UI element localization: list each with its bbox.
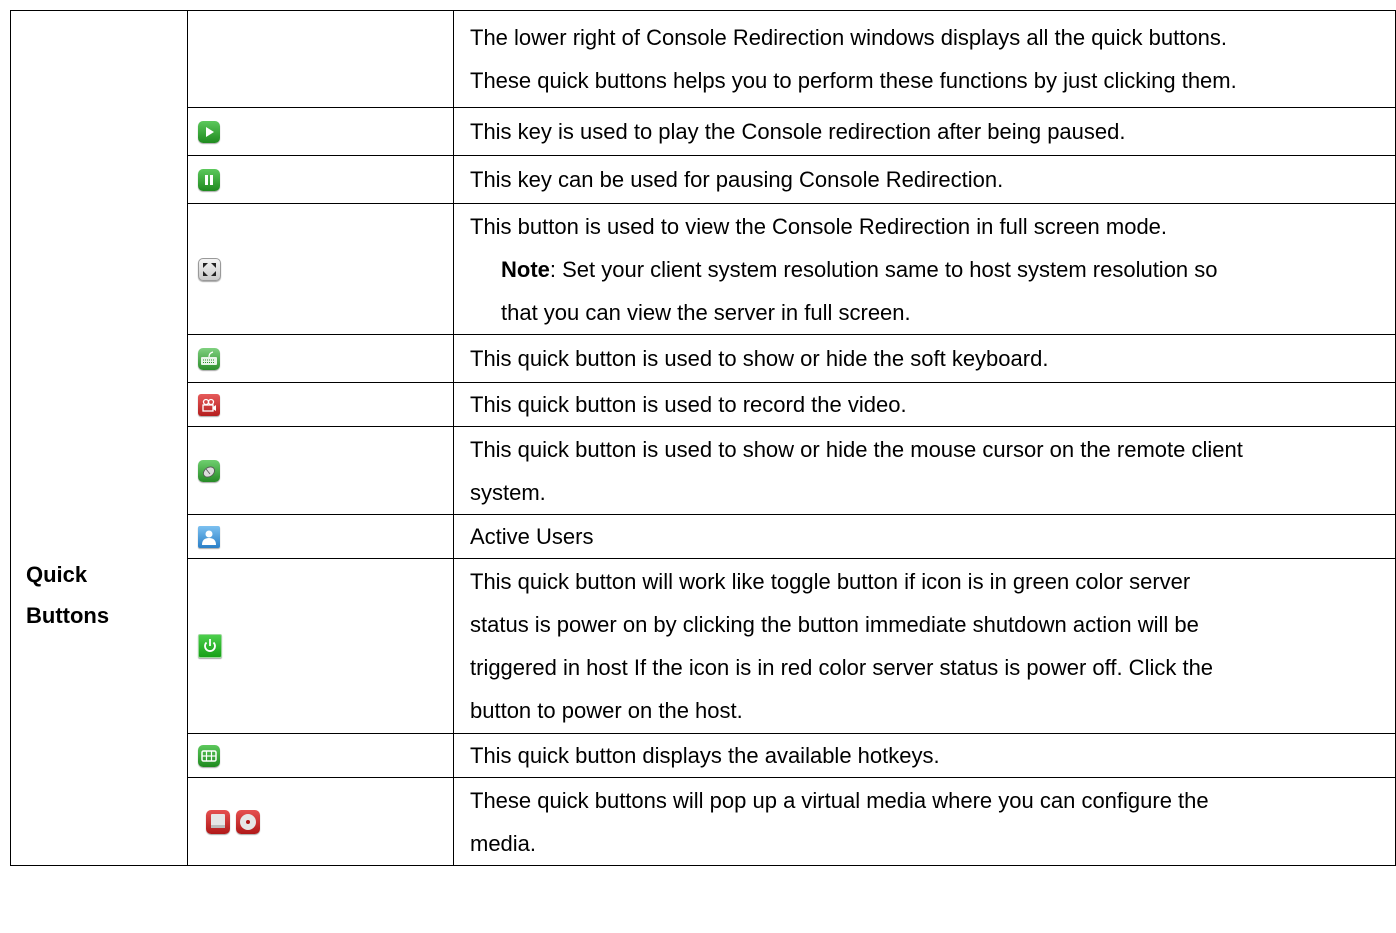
description-text: This quick button is used to show or hid… bbox=[470, 436, 1243, 462]
fullscreen-icon[interactable] bbox=[198, 257, 221, 281]
note-text: that you can view the server in full scr… bbox=[501, 299, 911, 325]
description-text: This key is used to play the Console red… bbox=[470, 119, 1126, 144]
description-cell: This quick button is used to show or hid… bbox=[453, 334, 1396, 383]
pause-icon[interactable] bbox=[198, 168, 220, 191]
table-row: This quick button will work like toggle … bbox=[11, 558, 1396, 734]
intro-line: The lower right of Console Redirection w… bbox=[470, 25, 1227, 50]
table-row: This button is used to view the Console … bbox=[11, 203, 1396, 335]
description-text: system. bbox=[470, 479, 546, 505]
note-text: : Set your client system resolution same… bbox=[549, 256, 1218, 282]
description-cell: This quick button is used to show or hid… bbox=[453, 426, 1396, 515]
description-cell: These quick buttons will pop up a virtua… bbox=[453, 777, 1396, 866]
icon-cell bbox=[187, 558, 454, 734]
keyboard-icon[interactable] bbox=[198, 347, 220, 370]
description-text: triggered in host If the icon is in red … bbox=[470, 655, 1214, 680]
power-icon[interactable] bbox=[198, 634, 222, 658]
table-row: This quick button is used to show or hid… bbox=[11, 334, 1396, 383]
mouse-icon[interactable] bbox=[198, 459, 220, 482]
description-text: This quick button is used to show or hid… bbox=[470, 346, 1049, 371]
floppy-drive-icon[interactable] bbox=[206, 809, 230, 834]
section-label-cell: Quick Buttons bbox=[10, 10, 188, 866]
description-cell: This quick button will work like toggle … bbox=[453, 558, 1396, 734]
description-cell: This quick button is used to record the … bbox=[453, 382, 1396, 427]
description-cell: This button is used to view the Console … bbox=[453, 203, 1396, 335]
section-label-line2: Buttons bbox=[26, 603, 110, 628]
description-text: This button is used to view the Console … bbox=[470, 213, 1168, 239]
table-row: This quick button displays the available… bbox=[11, 733, 1396, 778]
description-text: These quick buttons will pop up a virtua… bbox=[470, 787, 1209, 813]
description-text: media. bbox=[470, 830, 537, 856]
icon-cell bbox=[187, 426, 454, 515]
section-label-line1: Quick bbox=[26, 562, 88, 587]
description-text: status is power on by clicking the butto… bbox=[470, 612, 1199, 637]
note-label: Note bbox=[501, 256, 550, 282]
description-text: This key can be used for pausing Console… bbox=[470, 167, 1004, 192]
table-row: This key is used to play the Console red… bbox=[11, 107, 1396, 156]
description-text: This quick button will work like toggle … bbox=[470, 569, 1191, 594]
table-row: These quick buttons will pop up a virtua… bbox=[11, 777, 1396, 866]
icon-cell bbox=[187, 203, 454, 335]
description-cell: This key is used to play the Console red… bbox=[453, 107, 1396, 156]
icon-cell bbox=[187, 514, 454, 559]
table-row: Active Users bbox=[11, 514, 1396, 559]
icon-cell bbox=[187, 382, 454, 427]
play-icon[interactable] bbox=[198, 120, 220, 143]
virtual-media-icon[interactable] bbox=[206, 809, 261, 834]
icon-cell bbox=[187, 155, 454, 204]
description-text: button to power on the host. bbox=[470, 698, 743, 723]
user-icon[interactable] bbox=[198, 525, 220, 548]
description-text: This quick button is used to record the … bbox=[470, 392, 907, 417]
table-row: This key can be used for pausing Console… bbox=[11, 155, 1396, 204]
quick-buttons-table: Quick Buttons The lower right of Console… bbox=[10, 10, 1396, 866]
table-row: This quick button is used to show or hid… bbox=[11, 426, 1396, 515]
description-text: This quick button displays the available… bbox=[470, 743, 940, 768]
icon-cell-empty bbox=[187, 10, 454, 108]
hotkeys-icon[interactable] bbox=[198, 744, 220, 767]
description-cell: Active Users bbox=[453, 514, 1396, 559]
description-cell: This quick button displays the available… bbox=[453, 733, 1396, 778]
intro-line: These quick buttons helps you to perform… bbox=[470, 68, 1237, 93]
table-row: Quick Buttons The lower right of Console… bbox=[10, 10, 1396, 866]
description-text: Active Users bbox=[470, 524, 594, 549]
icon-cell bbox=[187, 733, 454, 778]
note-block: Note: Set your client system resolution … bbox=[470, 248, 1395, 291]
icon-cell bbox=[187, 334, 454, 383]
description-cell: The lower right of Console Redirection w… bbox=[453, 10, 1396, 108]
table-row: This quick button is used to record the … bbox=[11, 382, 1396, 427]
icon-cell bbox=[187, 777, 454, 866]
record-video-icon[interactable] bbox=[198, 393, 220, 416]
cd-drive-icon[interactable] bbox=[236, 809, 261, 834]
icon-cell bbox=[187, 107, 454, 156]
description-cell: This key can be used for pausing Console… bbox=[453, 155, 1396, 204]
